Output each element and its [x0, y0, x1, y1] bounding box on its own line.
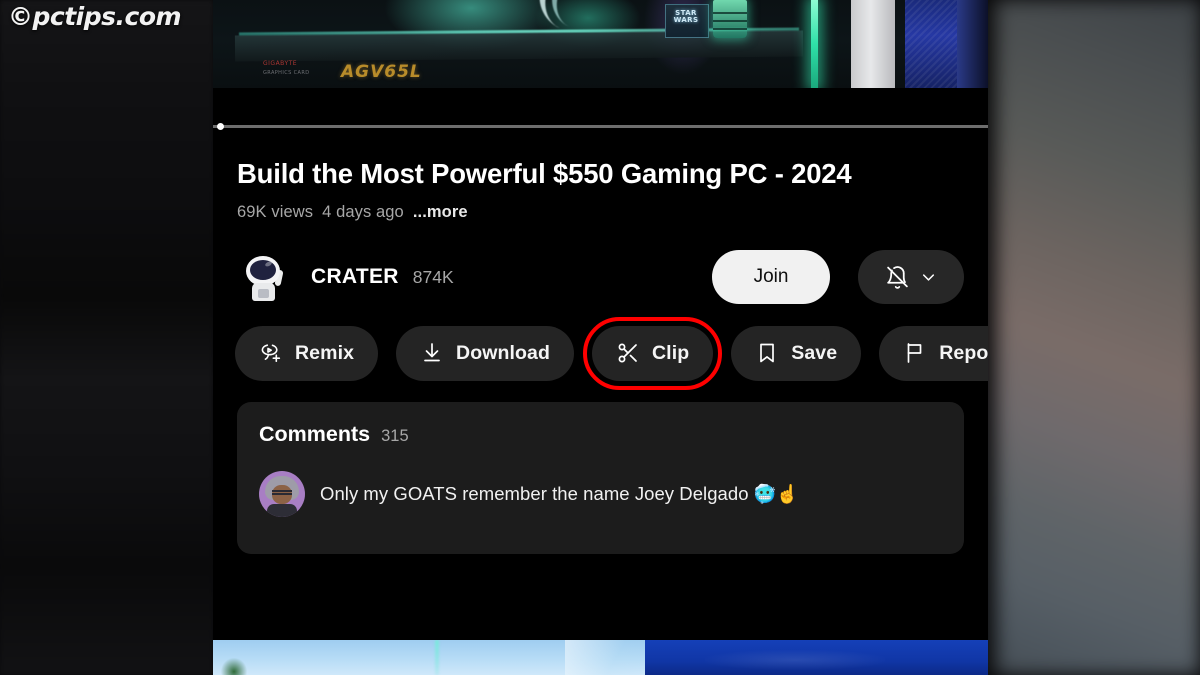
next-video-blue-panel	[645, 640, 988, 675]
gpu-model-text: AGV65L	[341, 62, 422, 82]
astronaut-avatar[interactable]	[237, 250, 291, 304]
rgb-tube-ring	[713, 20, 747, 22]
save-label: Save	[791, 341, 838, 364]
scissors-icon	[618, 343, 637, 363]
next-video-preview[interactable]	[213, 640, 988, 675]
video-frame: STAR WARS GIGABYTE GRAPHICS CARD AGV65L	[213, 0, 988, 88]
case-white-panel	[851, 0, 895, 88]
join-button[interactable]: Join	[712, 250, 830, 304]
bell-off-icon	[886, 265, 908, 289]
view-count: 69K views	[237, 203, 314, 221]
video-player[interactable]: STAR WARS GIGABYTE GRAPHICS CARD AGV65L	[213, 0, 988, 122]
report-button[interactable]: Report	[879, 325, 988, 381]
flag-icon	[907, 343, 922, 363]
remix-label: Remix	[295, 341, 355, 364]
comments-title: Comments	[259, 422, 371, 446]
rgb-light-strip	[811, 0, 818, 88]
rgb-tube	[713, 0, 747, 38]
gpu-brand-text: GIGABYTE	[263, 60, 298, 67]
remix-icon	[261, 344, 281, 363]
video-progress-bar[interactable]	[213, 122, 988, 132]
progress-knob[interactable]	[217, 123, 224, 130]
avatar-body	[267, 504, 297, 517]
comment-emoji: 🥶☝️	[753, 484, 799, 505]
backdrop-right-blur	[988, 0, 1200, 675]
rgb-tube-ring	[713, 12, 747, 14]
video-app-panel: STAR WARS GIGABYTE GRAPHICS CARD AGV65L …	[213, 0, 988, 675]
next-video-glass	[565, 640, 647, 675]
astronaut-visor	[250, 260, 276, 280]
gpu-subtitle-text: GRAPHICS CARD	[263, 70, 310, 76]
more-description-link[interactable]: ...more	[413, 203, 468, 222]
next-video-light-ray	[435, 640, 439, 675]
backdrop-left-blur	[0, 0, 213, 675]
comment-body: Only my GOATS remember the name Joey Del…	[320, 483, 749, 504]
avatar-glasses	[272, 490, 292, 495]
comments-count: 315	[381, 427, 409, 445]
bookmark-icon	[760, 343, 775, 363]
watermark: ©pctips.com	[8, 2, 182, 31]
download-button[interactable]: Download	[396, 325, 574, 381]
comments-card[interactable]: Comments 315 Only my GOATS remember the …	[237, 402, 964, 554]
download-label: Download	[456, 341, 550, 364]
case-edge-panel	[957, 0, 988, 88]
next-video-foliage	[221, 658, 247, 675]
commenter-avatar[interactable]	[259, 471, 305, 517]
notification-bell-button[interactable]	[858, 250, 964, 304]
remix-button[interactable]: Remix	[235, 325, 379, 381]
save-button[interactable]: Save	[731, 325, 862, 381]
chevron-down-icon	[922, 273, 934, 281]
video-title: Build the Most Powerful $550 Gaming PC -…	[237, 158, 852, 189]
comments-header: Comments 315	[259, 422, 942, 447]
download-icon	[424, 343, 440, 362]
report-label: Report	[939, 341, 988, 364]
video-stats-row[interactable]: 69K views 4 days ago ...more	[237, 203, 964, 222]
list-item[interactable]: Only my GOATS remember the name Joey Del…	[259, 471, 942, 517]
comment-text: Only my GOATS remember the name Joey Del…	[320, 483, 799, 505]
clip-label: Clip	[652, 341, 690, 364]
channel-name[interactable]: CRATER	[311, 265, 399, 289]
publish-date: 4 days ago	[322, 203, 404, 221]
case-blue-panel	[905, 0, 957, 88]
subscriber-count: 874K	[412, 266, 454, 287]
video-letterbox	[213, 88, 988, 122]
channel-row: CRATER 874K Join	[213, 244, 988, 310]
video-action-bar: Remix Download Clip Save Repo	[213, 316, 988, 390]
progress-track[interactable]	[213, 125, 988, 128]
video-metadata: Build the Most Powerful $550 Gaming PC -…	[213, 132, 988, 222]
rgb-tube-ring	[713, 28, 747, 30]
astronaut-backpack	[258, 289, 269, 298]
star-wars-box-label: STAR WARS	[673, 9, 699, 24]
clip-button[interactable]: Clip	[582, 316, 723, 390]
